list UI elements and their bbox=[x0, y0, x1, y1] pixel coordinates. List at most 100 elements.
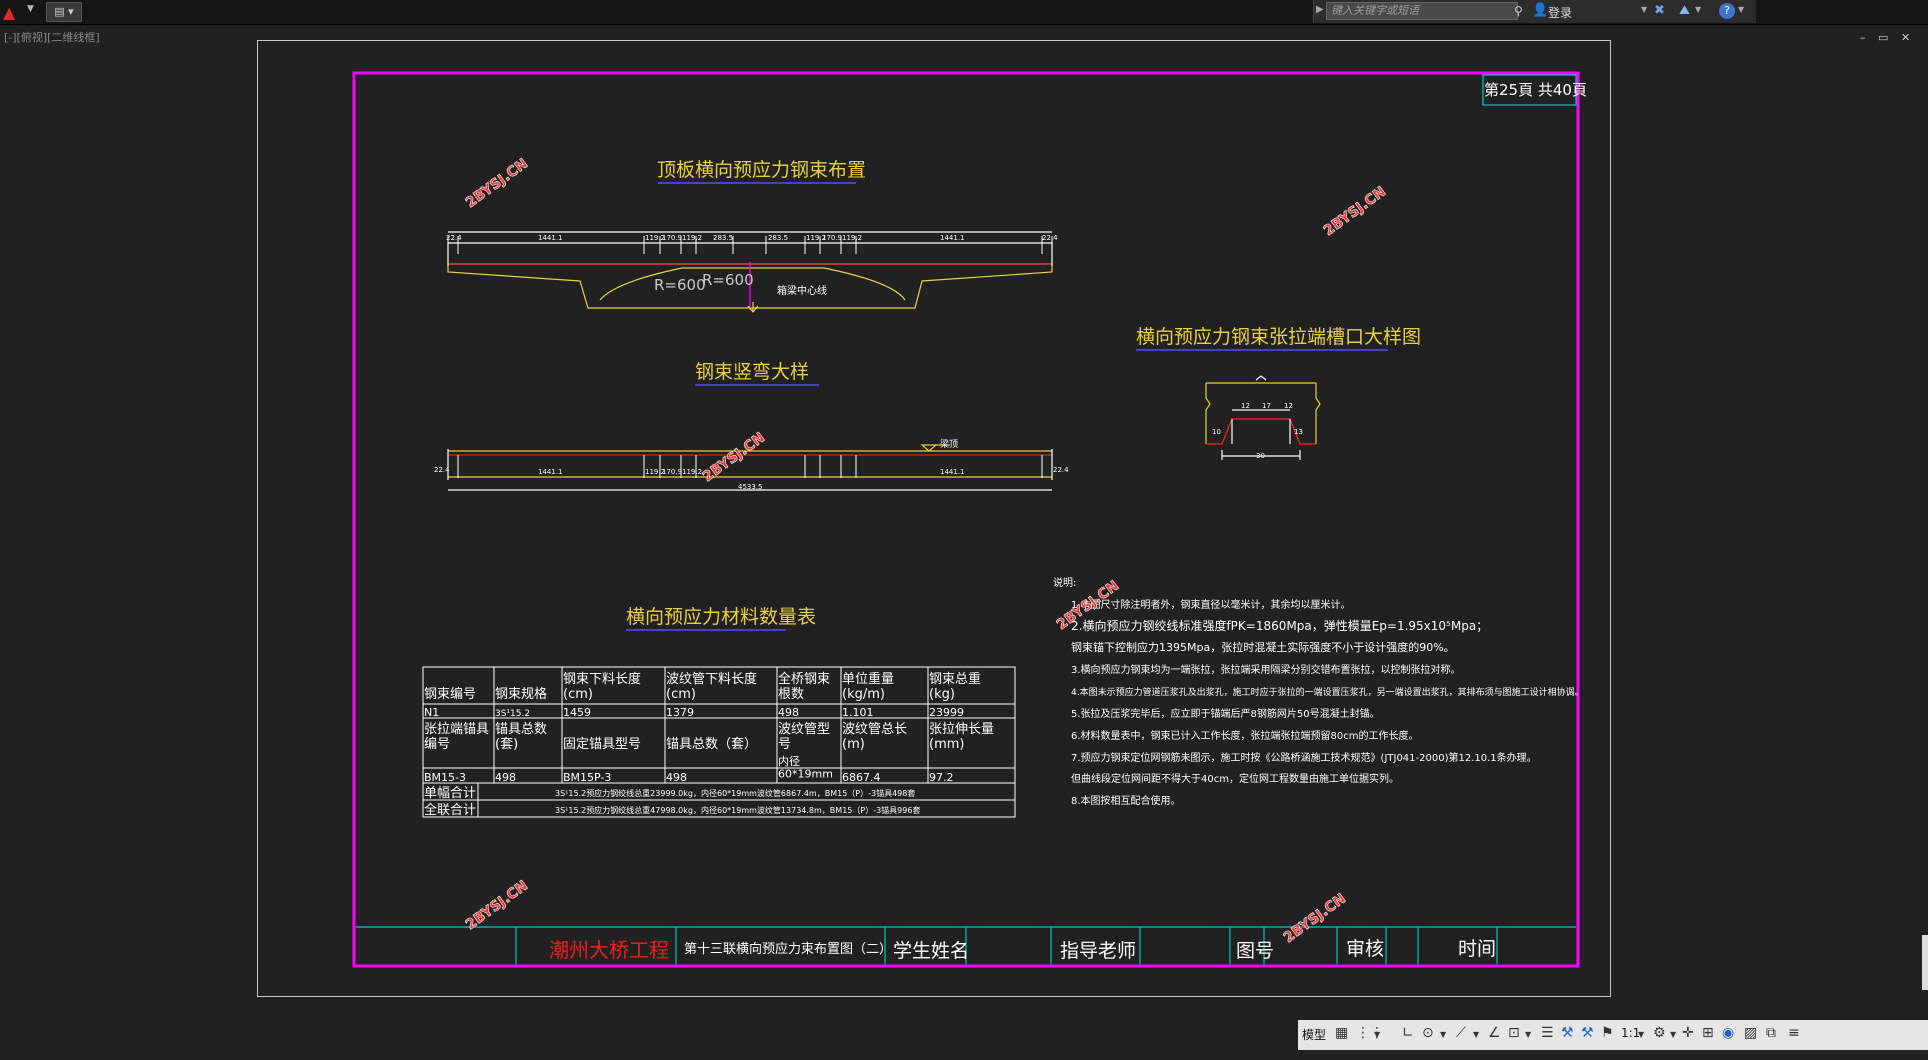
table-cell: 23999 bbox=[929, 706, 964, 719]
table-header-cell: 全桥钢束根数 bbox=[778, 671, 830, 702]
object-snap-caret-icon[interactable]: ▼ bbox=[1525, 1030, 1531, 1039]
slot-detail bbox=[1205, 375, 1321, 460]
table-cell: 498 bbox=[495, 771, 516, 784]
bend-dim: 22.4 bbox=[434, 466, 450, 474]
note-line: 8.本图按相互配合使用。 bbox=[1071, 794, 1181, 807]
note-line: 6.材料数量表中，钢束已计入工作长度，张拉端张拉端预留80cm的工作长度。 bbox=[1071, 729, 1419, 742]
notes-block: 说明: 1.本图尺寸除注明者外，钢束直径以毫米计，其余均以厘米计。 2.横向预应… bbox=[1053, 576, 1584, 807]
note-line: 3.横向预应力钢束均为一端张拉，张拉端采用隔梁分别交错布置张拉，以控制张拉对称。 bbox=[1071, 663, 1461, 676]
deck-dim: 119.2 bbox=[842, 234, 862, 242]
scale-caret-icon[interactable]: ▼ bbox=[1638, 1030, 1644, 1039]
watermark-text: 2BYSJ.CN bbox=[1321, 184, 1389, 239]
slot-dim: 10 bbox=[1212, 428, 1221, 436]
note-line: 1.本图尺寸除注明者外，钢束直径以毫米计，其余均以厘米计。 bbox=[1071, 598, 1351, 611]
table-header-cell: 固定锚具型号 bbox=[563, 737, 641, 752]
note-line: 5.张拉及压浆完毕后，应立即于锚端后严8钢筋网片50号混凝土封锚。 bbox=[1071, 707, 1380, 720]
table-cell: 6867.4 bbox=[842, 771, 881, 784]
add-icon[interactable]: ✛ bbox=[1682, 1025, 1694, 1041]
polar-caret-icon[interactable]: ▼ bbox=[1440, 1030, 1446, 1039]
slot-dimensions: 12 17 12 10 13 30 bbox=[1212, 402, 1303, 460]
customization-menu-icon[interactable]: ≡ bbox=[1788, 1025, 1800, 1041]
polar-icon[interactable]: ⊙ bbox=[1422, 1025, 1434, 1041]
project-name: 潮州大桥工程 bbox=[549, 938, 669, 962]
slot-dim: 13 bbox=[1294, 428, 1303, 436]
notes-title: 说明: bbox=[1053, 576, 1076, 589]
student-label: 学生姓名 bbox=[893, 940, 969, 962]
watermark-text: 2BYSJ.CN bbox=[463, 878, 531, 933]
table-cell: 内径 60*19mm bbox=[778, 754, 833, 781]
object-snap-icon[interactable]: ⊡ bbox=[1508, 1025, 1520, 1041]
drawing-name: 第十三联横向预应力束布置图（二） bbox=[684, 941, 892, 957]
table-cell: 1.101 bbox=[842, 706, 874, 719]
teacher-label: 指导老师 bbox=[1060, 940, 1136, 962]
drawing-frame bbox=[352, 71, 1580, 968]
note-line: 2.横向预应力钢绞线标准强度fPK=1860Mpa，弹性模量Ep=1.95x10… bbox=[1071, 618, 1488, 633]
table-header-cell: 钢束下料长度(cm) bbox=[563, 671, 641, 702]
material-table-text: 钢束编号 钢束规格 钢束下料长度(cm) 波纹管下料长度(cm) 全桥钢束根数 … bbox=[424, 671, 994, 818]
note-line: 钢束锚下控制应力1395Mpa，张拉时混凝土实际强度不小于设计强度的90%。 bbox=[1071, 640, 1455, 654]
table-header-cell: 波纹管型号 bbox=[778, 722, 830, 752]
auto-scale-icon[interactable]: ⚒ bbox=[1581, 1025, 1594, 1041]
deck-dim: 22.4 bbox=[1042, 234, 1058, 242]
title-bend: 钢束竖弯大样 bbox=[695, 361, 809, 383]
isodraft-caret-icon[interactable]: ▼ bbox=[1473, 1030, 1479, 1039]
time-label: 时间 bbox=[1458, 938, 1496, 960]
watermark-text: 2BYSJ.CN bbox=[463, 156, 531, 211]
table-header-cell: 单位重量(kg/m) bbox=[842, 671, 894, 702]
deck-radius-left: R=600 bbox=[654, 276, 706, 294]
title-block-text: 潮州大桥工程 第十三联横向预应力束布置图（二） 学生姓名 指导老师 图号 审核 … bbox=[549, 938, 1496, 962]
title-slot: 横向预应力钢束张拉端槽口大样图 bbox=[1136, 326, 1421, 348]
units-icon[interactable]: ⊞ bbox=[1702, 1025, 1714, 1041]
deck-dim: 1441.1 bbox=[538, 234, 563, 242]
table-header-cell: 波纹管下料长度(cm) bbox=[666, 671, 757, 702]
table-sum-label: 全联合计 bbox=[424, 802, 476, 818]
table-cell: 498 bbox=[666, 771, 687, 784]
bend-total: 4533.5 bbox=[738, 483, 763, 491]
drawing-canvas[interactable]: 第25頁 共40頁 顶板横向预应力钢束布置 22.4 1441.1 119.2 … bbox=[0, 0, 1928, 1020]
isolate-objects-icon[interactable]: ◉ bbox=[1722, 1025, 1734, 1041]
object-snap-tracking-icon[interactable]: ∠ bbox=[1488, 1025, 1501, 1041]
grid-icon[interactable]: ▦ bbox=[1335, 1025, 1348, 1041]
workspace-gear-icon[interactable]: ⚙ bbox=[1653, 1025, 1666, 1041]
slot-dim: 30 bbox=[1256, 452, 1265, 460]
note-line: 7.预应力钢束定位网钢筋未图示，施工时按《公路桥涵施工技术规范》(JTJ041-… bbox=[1071, 751, 1537, 764]
annotation-scale-icon[interactable]: ⚑ bbox=[1601, 1025, 1614, 1041]
deck-dimensions: 22.4 1441.1 119.2 170.9 119.2 283.5 283.… bbox=[446, 234, 1058, 242]
hardware-acceleration-icon[interactable]: ▨ bbox=[1744, 1025, 1757, 1041]
viewcube-edge bbox=[1922, 935, 1928, 990]
review-label: 审核 bbox=[1346, 938, 1384, 960]
annotation-visibility-icon[interactable]: ⚒ bbox=[1561, 1025, 1574, 1041]
clean-screen-icon[interactable]: ⧉ bbox=[1766, 1025, 1776, 1041]
page-info-text: 第25頁 共40頁 bbox=[1484, 81, 1587, 99]
lineweight-icon[interactable]: ☰ bbox=[1541, 1025, 1554, 1041]
status-toolbar: 模型 ▦ ⋮⋮ ▼ ∟ ⊙ ▼ ⟋ ▼ ∠ ⊡ ▼ ☰ ⚒ ⚒ ⚑ 1:1 ▼ … bbox=[1298, 1020, 1928, 1050]
table-header-cell: 钢束总重(kg) bbox=[929, 671, 981, 702]
deck-dim: 170.9 bbox=[662, 234, 682, 242]
table-header-cell: 张拉伸长量(mm) bbox=[929, 722, 994, 752]
deck-dim: 283.5 bbox=[713, 234, 733, 242]
deck-dim: 119.2 bbox=[682, 234, 702, 242]
table-sum-label: 单幅合计 bbox=[424, 786, 476, 801]
watermark-text: 2BYSJ.CN bbox=[1281, 891, 1349, 946]
bend-dim: 1441.1 bbox=[538, 468, 563, 476]
watermarks: 2BYSJ.CN 2BYSJ.CN 2BYSJ.CN 2BYSJ.CN 2BYS… bbox=[463, 155, 1390, 946]
table-cell: 498 bbox=[778, 706, 799, 719]
status-bar: 模型 ▦ ⋮⋮ ▼ ∟ ⊙ ▼ ⟋ ▼ ∠ ⊡ ▼ ☰ ⚒ ⚒ ⚑ 1:1 ▼ … bbox=[0, 1020, 1928, 1060]
ortho-icon[interactable]: ∟ bbox=[1402, 1025, 1414, 1041]
deck-dim: 22.4 bbox=[446, 234, 462, 242]
table-cell: BM15-3 bbox=[424, 771, 466, 784]
deck-dim: 1441.1 bbox=[940, 234, 965, 242]
title-deck: 顶板横向预应力钢束布置 bbox=[657, 159, 866, 181]
deck-dim: 283.5 bbox=[768, 234, 788, 242]
workspace-caret-icon[interactable]: ▼ bbox=[1670, 1030, 1676, 1039]
slot-dim: 17 bbox=[1262, 402, 1271, 410]
snap-caret-icon[interactable]: ▼ bbox=[1374, 1030, 1380, 1039]
table-header-cell: 张拉端锚具编号 bbox=[424, 722, 489, 752]
model-space-button[interactable]: 模型 bbox=[1302, 1026, 1326, 1043]
table-sum-text: 3S¹15.2预应力钢绞线总重47998.0kg，内径60*19mm波纹管137… bbox=[555, 805, 920, 815]
bend-dim: 170.9 bbox=[662, 468, 682, 476]
table-cell: 97.2 bbox=[929, 771, 954, 784]
table-header-cell: 锚具总数(套) bbox=[495, 722, 547, 752]
table-sum-text: 3S¹15.2预应力钢绞线总重23999.0kg，内径60*19mm波纹管686… bbox=[555, 788, 915, 798]
isodraft-icon[interactable]: ⟋ bbox=[1456, 1025, 1466, 1041]
